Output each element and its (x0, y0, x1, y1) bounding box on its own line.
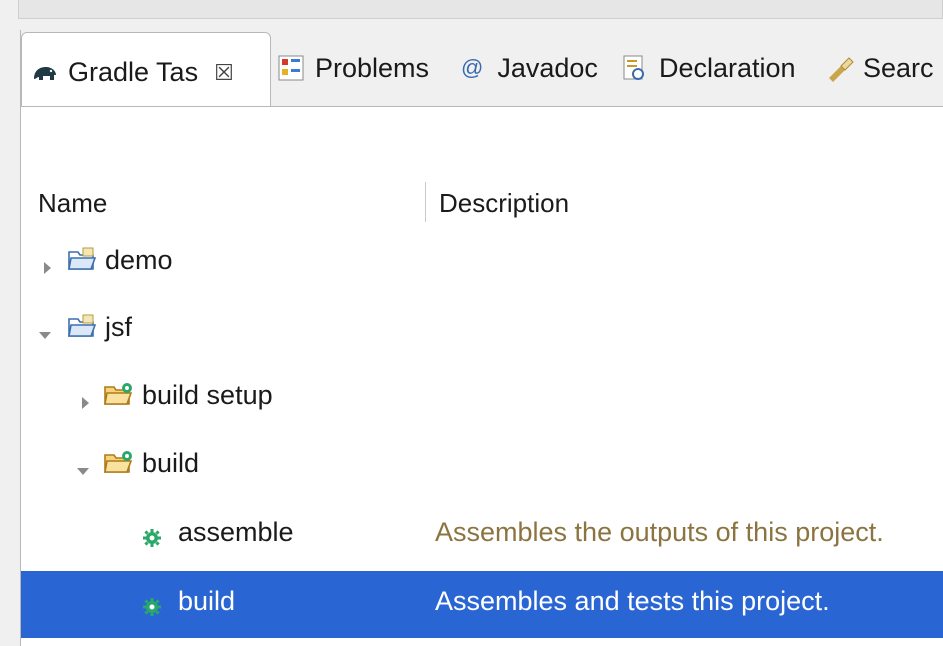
gradle-tasks-view: Gradle Tas ☒ Problems @ Javadoc Declarat… (20, 30, 943, 646)
tab-search[interactable]: Searc (825, 46, 934, 90)
top-toolbar-strip (0, 0, 943, 34)
task-description: Assembles the outputs of this project. (435, 517, 884, 547)
tab-declaration[interactable]: Declaration (621, 46, 796, 90)
tree-item-label: build setup (142, 380, 273, 410)
search-torch-icon (825, 54, 855, 82)
tab-javadoc[interactable]: @ Javadoc (461, 46, 598, 90)
tab-label: Problems (315, 52, 430, 83)
task-group-folder-icon (103, 449, 135, 482)
tab-gradle-tasks[interactable]: Gradle Tas ☒ (21, 32, 271, 106)
tab-label: Declaration (659, 52, 796, 83)
declaration-icon (621, 54, 647, 82)
project-folder-icon (67, 246, 97, 279)
tree-row-demo[interactable]: demo (21, 230, 943, 297)
tree-row-build-task[interactable]: build Assembles and tests this project. (21, 571, 943, 638)
tree-row-assemble[interactable]: assemble Assembles the outputs of this p… (21, 502, 943, 569)
tab-label: Gradle Tas (68, 57, 199, 87)
column-header-description[interactable]: Description (439, 188, 569, 219)
tree-item-label: assemble (178, 517, 294, 547)
close-icon[interactable]: ☒ (214, 61, 234, 84)
task-gear-icon (142, 593, 162, 624)
problems-icon (277, 54, 305, 82)
tree-item-label: jsf (105, 312, 132, 342)
column-header-name[interactable]: Name (38, 188, 107, 219)
tree-column-header: Name Description (21, 180, 943, 224)
chevron-down-icon[interactable] (37, 319, 53, 339)
tree-item-label: build (142, 448, 200, 478)
tree-item-label: build (178, 586, 236, 616)
tree-item-label: demo (105, 245, 173, 275)
chevron-down-icon[interactable] (75, 455, 91, 475)
column-divider[interactable] (425, 182, 426, 222)
tree-row-build-setup[interactable]: build setup (21, 365, 943, 432)
left-window-edge (0, 34, 20, 646)
view-tab-bar: Gradle Tas ☒ Problems @ Javadoc Declarat… (21, 30, 943, 107)
tree-row-build-group[interactable]: build (21, 433, 943, 500)
tab-problems[interactable]: Problems (277, 46, 429, 90)
tree-row-jsf[interactable]: jsf (21, 297, 943, 364)
chevron-right-icon[interactable] (39, 252, 55, 274)
task-description: Assembles and tests this project. (435, 586, 830, 616)
task-group-folder-icon (103, 381, 135, 414)
project-folder-icon (67, 313, 97, 346)
gradle-elephant-icon (32, 63, 58, 83)
tab-label: Searc (863, 52, 934, 83)
chevron-right-icon[interactable] (77, 387, 93, 409)
task-gear-icon (142, 524, 162, 555)
tab-label: Javadoc (497, 52, 598, 83)
at-sign-icon: @ (461, 55, 484, 80)
